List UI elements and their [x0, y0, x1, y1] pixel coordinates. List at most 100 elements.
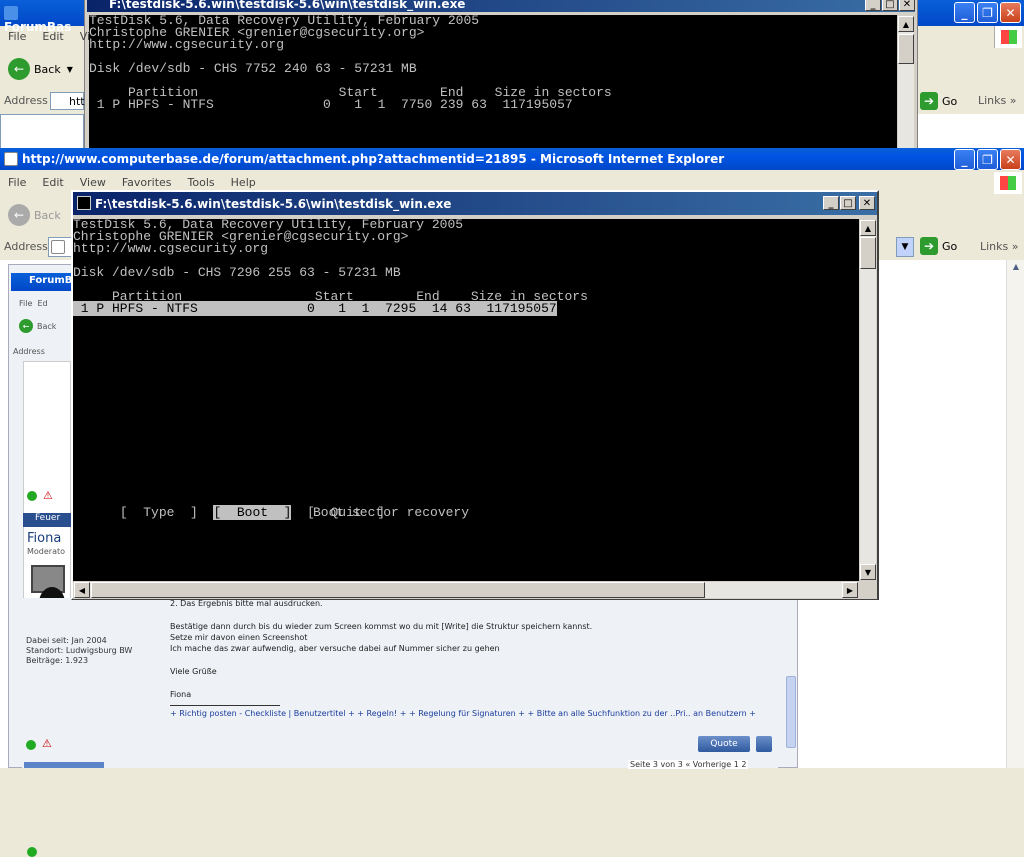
menu-file[interactable]: File: [8, 30, 26, 43]
menu-favorites[interactable]: Favorites: [122, 176, 172, 189]
console-hscroll-thumb[interactable]: [91, 582, 705, 598]
ie-back-button[interactable]: ← Back: [8, 204, 61, 226]
console-minimize-button[interactable]: _: [823, 196, 839, 210]
back-vscrollbar[interactable]: ▲: [897, 15, 915, 149]
online-status-icon: [27, 847, 37, 857]
bottom-tab-strip: [24, 762, 104, 768]
ie-close-button[interactable]: ✕: [1000, 149, 1021, 170]
console-resize-grip[interactable]: [859, 581, 877, 599]
menu-view[interactable]: View: [80, 176, 106, 189]
back-label: Back: [34, 208, 61, 222]
back-ie-close-button[interactable]: ✕: [1000, 2, 1021, 23]
back-close-button[interactable]: ✕: [899, 0, 915, 11]
console-close-button[interactable]: ✕: [859, 196, 875, 210]
back-address-field[interactable]: htt: [50, 92, 85, 110]
ie-titlebar[interactable]: http://www.computerbase.de/forum/attachm…: [0, 148, 1024, 170]
ie-go-button[interactable]: ➔ Go: [920, 237, 957, 255]
address-dropdown-icon[interactable]: ▼: [896, 237, 914, 257]
menu-type[interactable]: [ Type ]: [120, 505, 198, 520]
ie-vscroll-thumb[interactable]: [786, 676, 796, 748]
menu-edit[interactable]: Edit: [42, 176, 63, 189]
back-ie-maximize-button[interactable]: ❐: [977, 2, 998, 23]
console-spacer: [73, 315, 859, 495]
ie-menu-bar: File Edit View Favorites Tools Help: [8, 176, 272, 189]
back-go-button[interactable]: ➔ Go: [920, 92, 957, 110]
back-address-label: Address: [4, 94, 48, 107]
menu-boot[interactable]: [ Boot ]: [213, 505, 292, 520]
dropdown-arrow-icon[interactable]: ▼: [67, 65, 73, 74]
console-scroll-left[interactable]: ◀: [74, 582, 90, 598]
console-titlebar[interactable]: F:\testdisk-5.6.win\testdisk-5.6\win\tes…: [73, 192, 877, 215]
post-greeting: Viele Grüße: [170, 667, 217, 676]
back-ie-back-button[interactable]: ← Back ▼: [8, 58, 73, 80]
menu-file[interactable]: File: [8, 176, 26, 189]
inner-menu-edit[interactable]: Ed: [37, 299, 47, 308]
quote-label: Quote: [710, 739, 738, 749]
inner-menu-file[interactable]: File: [19, 299, 32, 308]
console-window: F:\testdisk-5.6.win\testdisk-5.6\win\tes…: [71, 190, 879, 600]
menu-help[interactable]: Help: [231, 176, 256, 189]
ie-maximize-button[interactable]: ❐: [977, 149, 998, 170]
ie-scroll-up[interactable]: ▲: [1009, 262, 1023, 276]
ie-address-field[interactable]: [48, 237, 72, 257]
inner-tab[interactable]: ForumBa: [11, 273, 79, 291]
partition-row-text: 1 P HPFS - NTFS 0 1 1 7295 14 63 1171950…: [73, 301, 557, 316]
console-hscrollbar[interactable]: ◀ ▶: [73, 581, 859, 599]
back-arrow-icon: ←: [8, 58, 30, 80]
links-label: Links: [980, 240, 1009, 253]
inner-back-button[interactable]: ← Back: [19, 319, 56, 333]
back-label: Back: [34, 62, 61, 76]
ie-vscrollbar[interactable]: ▲: [1006, 260, 1024, 768]
back-links[interactable]: Links »: [978, 94, 1017, 107]
console-scroll-down[interactable]: ▼: [860, 564, 876, 580]
console-scroll-right[interactable]: ▶: [842, 582, 858, 598]
ie-minimize-button[interactable]: _: [954, 149, 975, 170]
console-vscrollbar[interactable]: ▲ ▼: [859, 219, 877, 581]
back-arrow-icon: ←: [8, 204, 30, 226]
back-ie-menu: File Edit Vi: [8, 30, 106, 43]
back-scroll-up[interactable]: ▲: [898, 16, 914, 32]
go-arrow-icon: ➔: [920, 92, 938, 110]
console-scroll-thumb[interactable]: [860, 237, 876, 269]
console-scroll-up[interactable]: ▲: [860, 220, 876, 236]
back-ie-titlebar[interactable]: ForumBas: [0, 0, 84, 34]
ie-icon: [4, 5, 18, 20]
inner-back-arrow-icon: ←: [19, 319, 33, 333]
quote-button[interactable]: Quote: [698, 736, 750, 752]
console-line-url: http://www.cgsecurity.org: [73, 241, 269, 256]
back-console-titlebar[interactable]: F:\testdisk-5.6.win\testdisk-5.6\win\tes…: [87, 0, 915, 12]
back-scroll-thumb[interactable]: [898, 34, 914, 64]
back-line-url: http://www.cgsecurity.org: [89, 37, 285, 52]
back-maximize-button[interactable]: □: [882, 0, 898, 11]
back-minimize-button[interactable]: _: [865, 0, 881, 11]
console-screen[interactable]: TestDisk 5.6, Data Recovery Utility, Feb…: [73, 219, 859, 581]
menu-tools[interactable]: Tools: [188, 176, 215, 189]
menu-view[interactable]: Vi: [80, 30, 90, 43]
console-maximize-button[interactable]: □: [840, 196, 856, 210]
menu-quit[interactable]: [ Quit ]: [307, 505, 385, 520]
partition-row-selected[interactable]: 1 P HPFS - NTFS 0 1 1 7295 14 63 1171950…: [73, 301, 859, 316]
warning-icon[interactable]: ⚠: [42, 737, 52, 750]
back-ie-window-left: ForumBas File Edit Vi ← Back ▼ Address htt: [0, 0, 90, 150]
signature-links[interactable]: + Richtig posten - Checkliste | Benutzer…: [170, 708, 770, 719]
back-address-value: htt: [69, 95, 85, 108]
page-icon: [51, 240, 65, 254]
post-line-4: Ich mache das zwar aufwendig, aber versu…: [170, 644, 500, 653]
ie-links[interactable]: Links »: [980, 240, 1019, 253]
edit-icon[interactable]: [756, 736, 772, 752]
ie-address-label: Address: [4, 240, 48, 253]
warning-icon[interactable]: ⚠: [43, 489, 53, 502]
windows-logo-icon: [994, 172, 1022, 194]
console-app-icon: [77, 196, 91, 210]
back-ie-minimize-button[interactable]: _: [954, 2, 975, 23]
console-line-disk: Disk /dev/sdb - CHS 7296 255 63 - 57231 …: [73, 265, 401, 280]
user-info-lower: Dabei seit: Jan 2004 Standort: Ludwigsbu…: [26, 636, 132, 666]
username[interactable]: Fiona: [27, 531, 61, 546]
post-details: Dabei seit: Jan 2004 Standort: Ludwigsbu…: [22, 598, 778, 769]
go-label: Go: [942, 239, 958, 253]
back-ie-content: [0, 114, 84, 150]
menu-edit[interactable]: Edit: [42, 30, 63, 43]
console-title: F:\testdisk-5.6.win\testdisk-5.6\win\tes…: [95, 196, 452, 211]
back-ie-window-right: _ ❐ ✕ ➔ Go Links »: [918, 0, 1024, 150]
online-status-icon: [26, 740, 36, 750]
